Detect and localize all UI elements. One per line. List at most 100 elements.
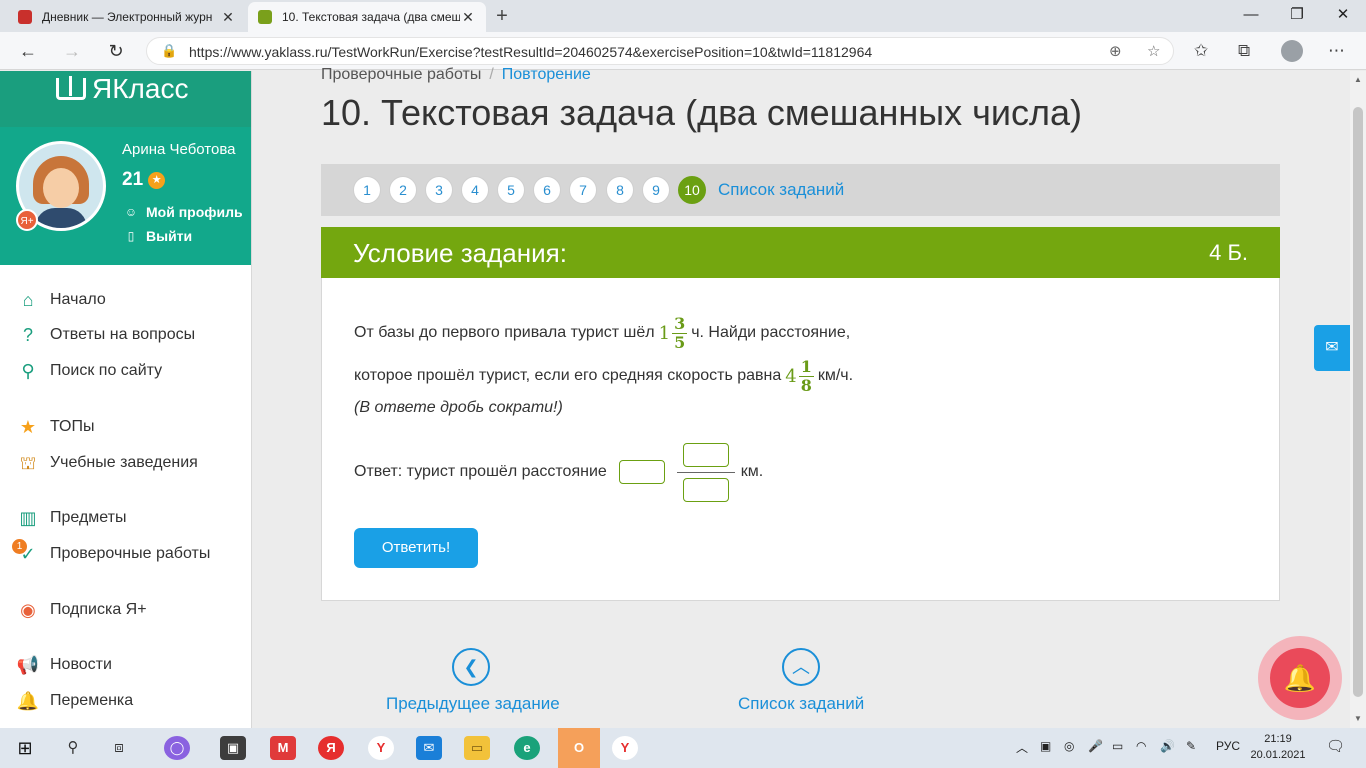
app-orange-icon[interactable]: O	[558, 728, 600, 768]
sidebar-item-label: Подписка Я+	[50, 601, 147, 618]
tray-chevron-icon[interactable]: ︿	[1016, 739, 1028, 756]
page-button[interactable]: 2	[389, 176, 417, 204]
notifications-button[interactable]: 🔔	[1258, 636, 1342, 720]
close-window-button[interactable]: ✕	[1320, 0, 1366, 32]
wifi-icon[interactable]: ◠	[1136, 739, 1146, 753]
sidebar-item-home[interactable]: ⌂ Начало	[16, 285, 106, 315]
language-indicator[interactable]: РУС	[1216, 739, 1240, 753]
favorite-star-icon[interactable]: ☆	[1147, 42, 1160, 60]
scroll-thumb[interactable]	[1353, 107, 1363, 697]
browser-tab-diary[interactable]: Дневник — Электронный журн ✕	[8, 2, 246, 32]
answer-fraction	[676, 442, 735, 502]
logout-link[interactable]: ▯ Выйти	[124, 228, 192, 244]
answer-numerator-input[interactable]	[682, 442, 729, 467]
my-profile-link[interactable]: ☺ Мой профиль	[124, 204, 243, 220]
yandex-browser-icon[interactable]: Y	[612, 736, 638, 760]
sidebar-item-label: Переменка	[50, 692, 134, 709]
scroll-down-icon[interactable]: ▼	[1350, 714, 1366, 723]
new-tab-button[interactable]: +	[490, 5, 514, 27]
page-scrollbar[interactable]: ▲ ▼	[1350, 71, 1366, 728]
yaklass-logo[interactable]: ЯКласс	[56, 73, 188, 105]
page-button[interactable]: 4	[461, 176, 489, 204]
sidebar-item-search[interactable]: ⚲ Поиск по сайту	[16, 356, 162, 386]
page-button[interactable]: 3	[425, 176, 453, 204]
answer-whole-input[interactable]	[618, 460, 665, 484]
collections-icon[interactable]: ⧉	[1238, 41, 1250, 61]
mail-icon[interactable]: ✉	[416, 736, 442, 760]
sidebar-item-subscription[interactable]: ◉ Подписка Я+	[16, 595, 147, 625]
app-m-icon[interactable]: M	[270, 736, 296, 760]
submit-answer-button[interactable]: Ответить!	[354, 528, 478, 568]
breadcrumb-item[interactable]: Проверочные работы	[321, 66, 481, 83]
url-bar[interactable]: 🔒 https://www.yaklass.ru/TestWorkRun/Exe…	[146, 37, 1174, 65]
minimize-button[interactable]: —	[1228, 0, 1274, 32]
search-icon[interactable]: ⚲	[60, 736, 86, 760]
page-button[interactable]: 6	[533, 176, 561, 204]
page-button[interactable]: 7	[569, 176, 597, 204]
volume-icon[interactable]: 🔊	[1160, 739, 1175, 753]
task-header: Условие задания: 4 Б.	[321, 227, 1280, 278]
sidebar-item-subjects[interactable]: ▥ Предметы	[16, 503, 126, 533]
mail-icon: ✉	[1325, 339, 1339, 356]
book-icon	[56, 76, 86, 100]
yandex-icon[interactable]: Я	[318, 736, 344, 760]
close-tab-icon[interactable]: ✕	[460, 9, 476, 26]
sidebar-item-news[interactable]: 📢 Новости	[16, 650, 112, 680]
sidebar-item-break[interactable]: 🔔 Переменка	[16, 686, 133, 716]
sidebar-item-tests[interactable]: ✓ Проверочные работы	[16, 539, 210, 569]
sidebar-item-answers[interactable]: ? Ответы на вопросы	[16, 320, 195, 350]
prev-task-link[interactable]: ❮ Предыдущее задание	[386, 648, 560, 714]
folder-icon[interactable]: ▭	[464, 736, 490, 760]
tab-title: Дневник — Электронный журн	[42, 10, 213, 24]
tray-app-icon[interactable]: ▣	[1040, 739, 1051, 753]
sidebar-item-schools[interactable]: ⛫ Учебные заведения	[16, 448, 198, 478]
system-clock[interactable]: 21:19 20.01.2021	[1248, 731, 1308, 763]
profile-link-label: Мой профиль	[146, 204, 243, 220]
task-list-nav-link[interactable]: ︿ Список заданий	[738, 648, 864, 714]
page-button[interactable]: 5	[497, 176, 525, 204]
task-view-icon[interactable]: ⧈	[106, 736, 132, 760]
back-button[interactable]: ←	[16, 39, 40, 63]
page-button[interactable]: 1	[353, 176, 381, 204]
page-button-active[interactable]: 10	[678, 176, 706, 204]
pen-icon[interactable]: ✎	[1186, 739, 1196, 753]
battery-icon[interactable]: ▭	[1112, 739, 1123, 753]
add-site-icon[interactable]: ⊕	[1109, 42, 1122, 60]
page-button[interactable]: 8	[606, 176, 634, 204]
scroll-up-icon[interactable]: ▲	[1350, 75, 1366, 84]
sidebar-item-tops[interactable]: ★ ТОПы	[16, 412, 95, 442]
breadcrumb-item[interactable]: Повторение	[502, 66, 591, 83]
star-icon: ★	[19, 417, 37, 437]
answer-label: Ответ: турист прошёл расстояние	[354, 463, 607, 480]
alice-icon[interactable]: ◯	[164, 736, 190, 760]
start-windows-icon[interactable]: ⊞	[12, 736, 38, 760]
reload-button[interactable]: ↻	[104, 39, 128, 63]
browser-tab-active[interactable]: 10. Текстовая задача (два смеш ✕	[248, 2, 486, 32]
url-text: https://www.yaklass.ru/TestWorkRun/Exerc…	[189, 44, 873, 60]
tray-antivirus-icon[interactable]: ◎	[1064, 739, 1074, 753]
notifications-center-icon[interactable]: 🗨	[1326, 737, 1345, 755]
address-toolbar: ← → ↻ 🔒 https://www.yaklass.ru/TestWorkR…	[0, 32, 1366, 70]
favorites-icon[interactable]: ✩	[1194, 41, 1208, 61]
more-menu-icon[interactable]: ⋯	[1328, 41, 1345, 61]
store-icon[interactable]: ▣	[220, 736, 246, 760]
edge-icon[interactable]: e	[514, 736, 540, 760]
maximize-button[interactable]: ❐	[1274, 0, 1320, 32]
microphone-icon[interactable]: 🎤	[1088, 739, 1103, 753]
profile-avatar-icon[interactable]	[1281, 40, 1303, 62]
bell-icon: 🔔	[1270, 648, 1330, 708]
task-points: 4 Б.	[1209, 240, 1248, 265]
windows-taskbar: ⊞ ⚲ ⧈ ◯ ▣ M Я Y ✉ ▭ e O Y ︿ ▣ ◎ 🎤 ▭ ◠ 🔊 …	[0, 728, 1366, 768]
answer-denominator-input[interactable]	[682, 477, 729, 502]
ya-plus-icon: ◉	[20, 600, 36, 620]
feedback-mail-button[interactable]: ✉	[1314, 325, 1350, 371]
task-list-link[interactable]: Список заданий	[718, 180, 844, 200]
task-pager: 1 2 3 4 5 6 7 8 9 10 Список заданий	[321, 164, 1280, 216]
yandex-browser-icon[interactable]: Y	[368, 736, 394, 760]
logout-icon: ▯	[127, 229, 135, 243]
score-value: 21	[122, 169, 144, 190]
close-tab-icon[interactable]: ✕	[220, 9, 236, 26]
page-button[interactable]: 9	[642, 176, 670, 204]
task-line-1: От базы до первого привала турист шёл 1 …	[354, 310, 850, 356]
forward-button[interactable]: →	[60, 39, 84, 63]
